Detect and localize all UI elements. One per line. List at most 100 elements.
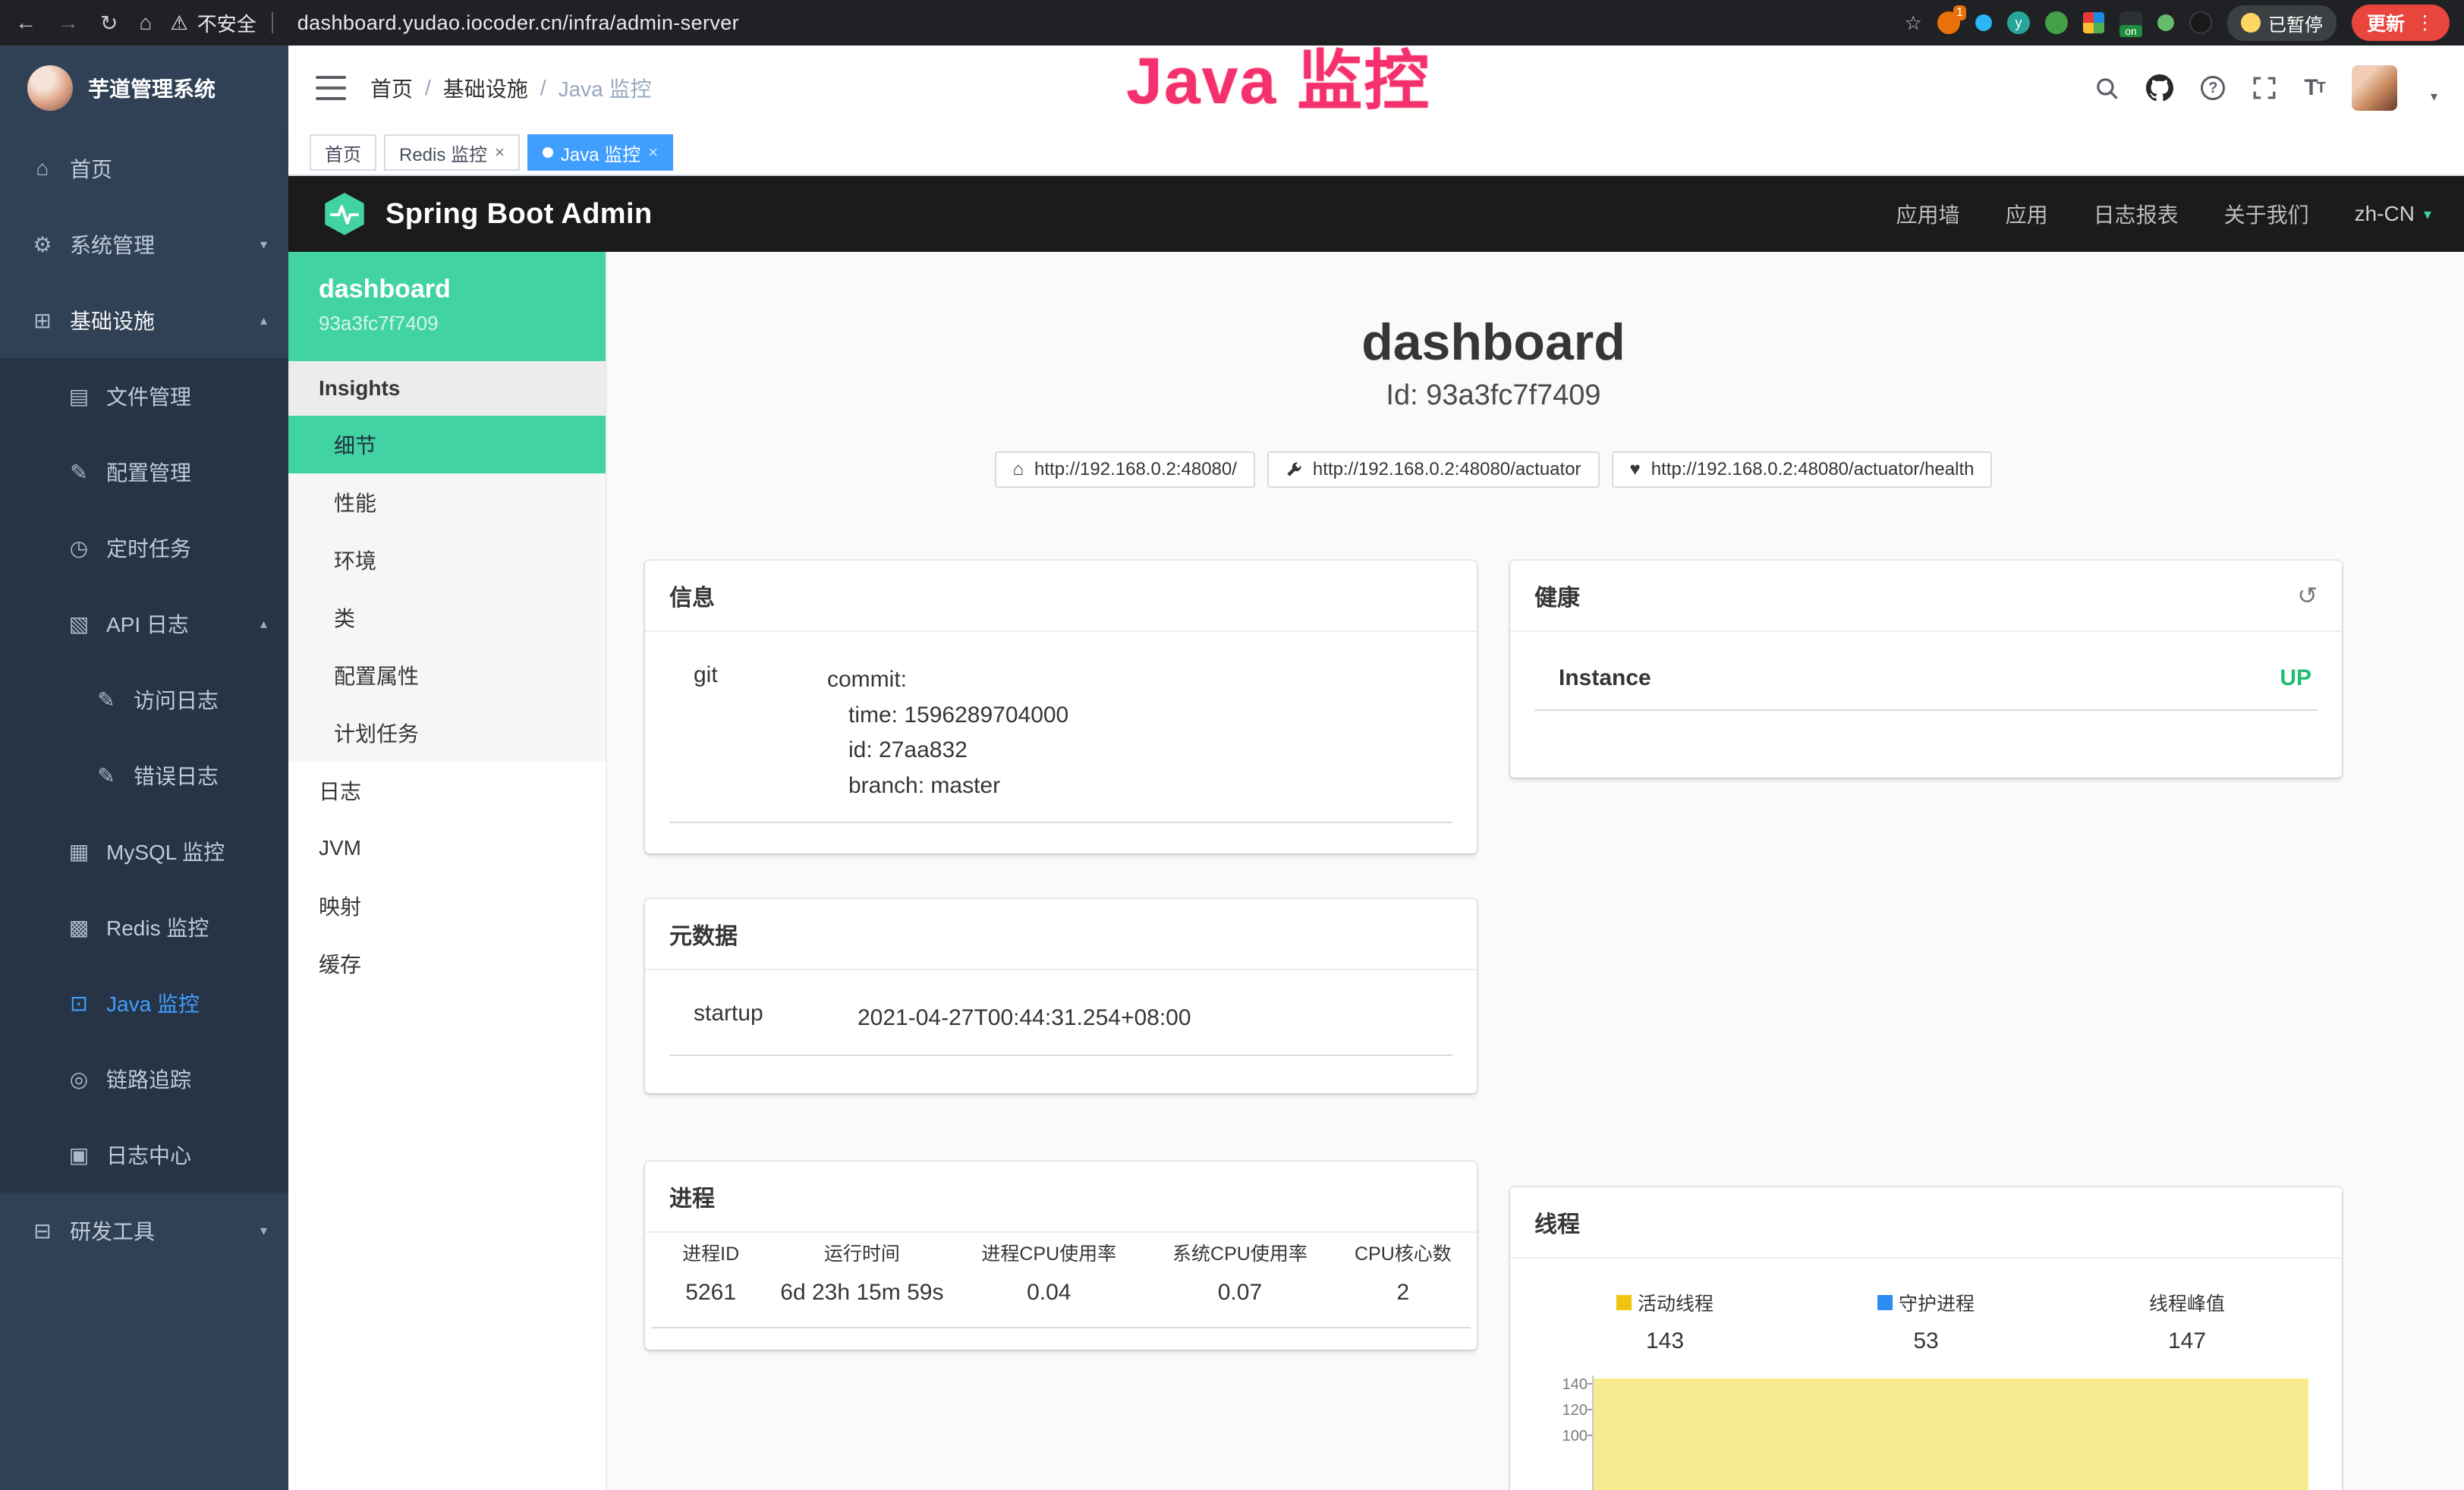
breadcrumb-home[interactable]: 首页 — [370, 73, 413, 103]
legend-swatch-yellow — [1616, 1295, 1632, 1310]
sidebar-item-redis-monitor[interactable]: ▩ Redis 监控 — [0, 889, 288, 965]
col-pid: 进程ID — [651, 1239, 770, 1266]
process-values-row: 5261 6d 23h 15m 59s 0.04 0.07 2 — [651, 1280, 1471, 1328]
sba-content: dashboard Id: 93a3fc7f7409 ⌂ http://192.… — [607, 252, 2464, 1490]
extension-icon-blue-drop[interactable] — [1975, 14, 1992, 31]
metadata-card-title: 元数据 — [645, 899, 1477, 970]
breadcrumb-current: Java 监控 — [559, 73, 652, 103]
metadata-card: 元数据 startup 2021-04-27T00:44:31.254+08:0… — [645, 899, 1477, 1093]
sidebar-item-infra[interactable]: ⊞ 基础设施 ▴ — [0, 282, 288, 358]
sidebar-item-api-logs[interactable]: ▧ API 日志 ▴ — [0, 586, 288, 662]
kebab-menu-icon: ⋮ — [2415, 11, 2434, 34]
tab-java-monitor[interactable]: Java 监控 × — [527, 134, 673, 171]
health-instance-row: Instance UP — [1534, 659, 2318, 711]
collapse-sidebar-icon[interactable] — [316, 76, 346, 100]
sba-nav-wallboard[interactable]: 应用墙 — [1896, 199, 1960, 229]
sidebar-item-system[interactable]: ⚙ 系统管理 ▾ — [0, 206, 288, 282]
chevron-up-icon: ▴ — [260, 313, 267, 328]
sba-item-config-props[interactable]: 配置属性 — [288, 646, 606, 704]
sba-item-logs[interactable]: 日志 — [288, 762, 606, 819]
help-icon[interactable]: ? — [2201, 76, 2225, 100]
sidebar-item-home[interactable]: ⌂ 首页 — [0, 130, 288, 206]
info-card: 信息 git commit: time: 1596289704000 id: 2… — [645, 561, 1477, 853]
sidebar-item-dev-tools[interactable]: ⊟ 研发工具 ▾ — [0, 1193, 288, 1268]
spring-boot-admin-logo — [322, 191, 367, 237]
font-size-icon[interactable]: TT — [2304, 75, 2324, 101]
sidebar-item-tracing[interactable]: ◎ 链路追踪 — [0, 1041, 288, 1117]
home-icon[interactable]: ⌂ — [139, 11, 152, 36]
sba-item-environment[interactable]: 环境 — [288, 531, 606, 589]
extension-icon-dark[interactable] — [2189, 11, 2212, 34]
gear-icon: ⚙ — [30, 232, 55, 257]
extension-icon-orange[interactable]: 1 — [1937, 11, 1960, 34]
sba-item-classes[interactable]: 类 — [288, 589, 606, 646]
sidebar-item-java-monitor[interactable]: ⊡ Java 监控 — [0, 965, 288, 1041]
actuator-url-link[interactable]: http://192.168.0.2:48080/actuator — [1267, 451, 1600, 488]
metadata-value: 2021-04-27T00:44:31.254+08:00 — [858, 1001, 1452, 1036]
forward-icon[interactable]: → — [58, 11, 79, 36]
tab-redis-monitor[interactable]: Redis 监控 × — [384, 134, 520, 171]
database-icon: ▦ — [67, 839, 91, 864]
sba-item-performance[interactable]: 性能 — [288, 473, 606, 531]
sidebar-item-error-logs[interactable]: ✎ 错误日志 — [0, 737, 288, 813]
back-icon[interactable]: ← — [15, 11, 36, 36]
sba-item-details[interactable]: 细节 — [288, 416, 606, 473]
sba-nav-journal[interactable]: 日志报表 — [2094, 199, 2179, 229]
chrome-update-button[interactable]: 更新 ⋮ — [2352, 5, 2450, 41]
threads-legend: 活动线程 143 守护进程 53 — [1534, 1286, 2318, 1354]
wrench-icon — [1285, 461, 1302, 478]
sba-locale-select[interactable]: zh-CN ▾ — [2355, 202, 2431, 226]
sidebar-item-config-management[interactable]: ✎ 配置管理 — [0, 434, 288, 510]
breadcrumb-infra[interactable]: 基础设施 — [443, 73, 528, 103]
legend-swatch-blue — [1877, 1295, 1893, 1310]
extension-icon-teal[interactable]: y — [2007, 11, 2030, 34]
screen: ← → ↻ ⌂ ⚠ 不安全 dashboard.yudao.iocoder.cn… — [0, 0, 2464, 1490]
chevron-down-icon: ▾ — [2424, 205, 2431, 224]
tab-home[interactable]: 首页 — [310, 134, 376, 171]
extension-icon-sprout[interactable] — [2157, 14, 2174, 31]
sba-nav-about[interactable]: 关于我们 — [2224, 199, 2309, 229]
avatar[interactable] — [2352, 65, 2397, 111]
health-url-link[interactable]: ♥ http://192.168.0.2:48080/actuator/heal… — [1612, 451, 1993, 488]
sidebar-item-access-logs[interactable]: ✎ 访问日志 — [0, 662, 288, 737]
sba-item-jvm[interactable]: JVM — [288, 819, 606, 877]
sba-nav-applications[interactable]: 应用 — [2006, 199, 2048, 229]
home-icon: ⌂ — [1013, 459, 1024, 480]
sidebar-item-file-management[interactable]: ▤ 文件管理 — [0, 358, 288, 434]
site-security-chip[interactable]: ⚠ 不安全 — [170, 9, 278, 37]
bookmark-star-icon[interactable]: ☆ — [1905, 11, 1922, 35]
search-icon[interactable] — [2094, 76, 2119, 100]
sidebar-item-log-center[interactable]: ▣ 日志中心 — [0, 1117, 288, 1193]
file-icon: ▤ — [67, 384, 91, 409]
process-cpu-value: 0.04 — [953, 1280, 1144, 1306]
instance-id-line: Id: 93a3fc7f7409 — [645, 379, 2342, 412]
close-icon[interactable]: × — [648, 143, 658, 162]
col-cpu-cores: CPU核心数 — [1336, 1239, 1471, 1266]
sba-item-mappings[interactable]: 映射 — [288, 877, 606, 935]
paused-chip[interactable]: 已暂停 — [2227, 5, 2337, 41]
sba-item-caches[interactable]: 缓存 — [288, 935, 606, 992]
close-icon[interactable]: × — [495, 143, 505, 162]
address-bar[interactable]: dashboard.yudao.iocoder.cn/infra/admin-s… — [297, 11, 739, 35]
extension-badge: 1 — [1953, 5, 1966, 20]
extension-icon-switch[interactable]: on — [2119, 11, 2142, 34]
sidebar-item-mysql-monitor[interactable]: ▦ MySQL 监控 — [0, 813, 288, 889]
chart-plot-area — [1592, 1375, 2308, 1490]
fullscreen-icon[interactable] — [2252, 76, 2277, 100]
extension-icon-grid[interactable] — [2083, 12, 2104, 33]
sba-item-scheduled-tasks[interactable]: 计划任务 — [288, 704, 606, 762]
sidebar-item-scheduled-jobs[interactable]: ◷ 定时任务 — [0, 510, 288, 586]
reload-icon[interactable]: ↻ — [100, 11, 118, 36]
log-edit-icon: ✎ — [94, 763, 118, 788]
extension-icon-green[interactable] — [2045, 11, 2068, 34]
heart-icon: ♥ — [1630, 459, 1641, 480]
history-icon[interactable]: ↺ — [2297, 581, 2318, 610]
github-icon[interactable] — [2146, 74, 2173, 102]
sba-navbar: Spring Boot Admin 应用墙 应用 日志报表 关于我们 zh-CN… — [288, 176, 2464, 252]
threads-chart: 140 120 100 — [1534, 1375, 2318, 1490]
info-card-title: 信息 — [645, 561, 1477, 632]
service-url-link[interactable]: ⌂ http://192.168.0.2:48080/ — [995, 451, 1255, 488]
metadata-key: startup — [669, 1001, 858, 1036]
top-header: 首页 / 基础设施 / Java 监控 ? — [288, 46, 2464, 130]
instance-name: dashboard — [319, 275, 575, 304]
